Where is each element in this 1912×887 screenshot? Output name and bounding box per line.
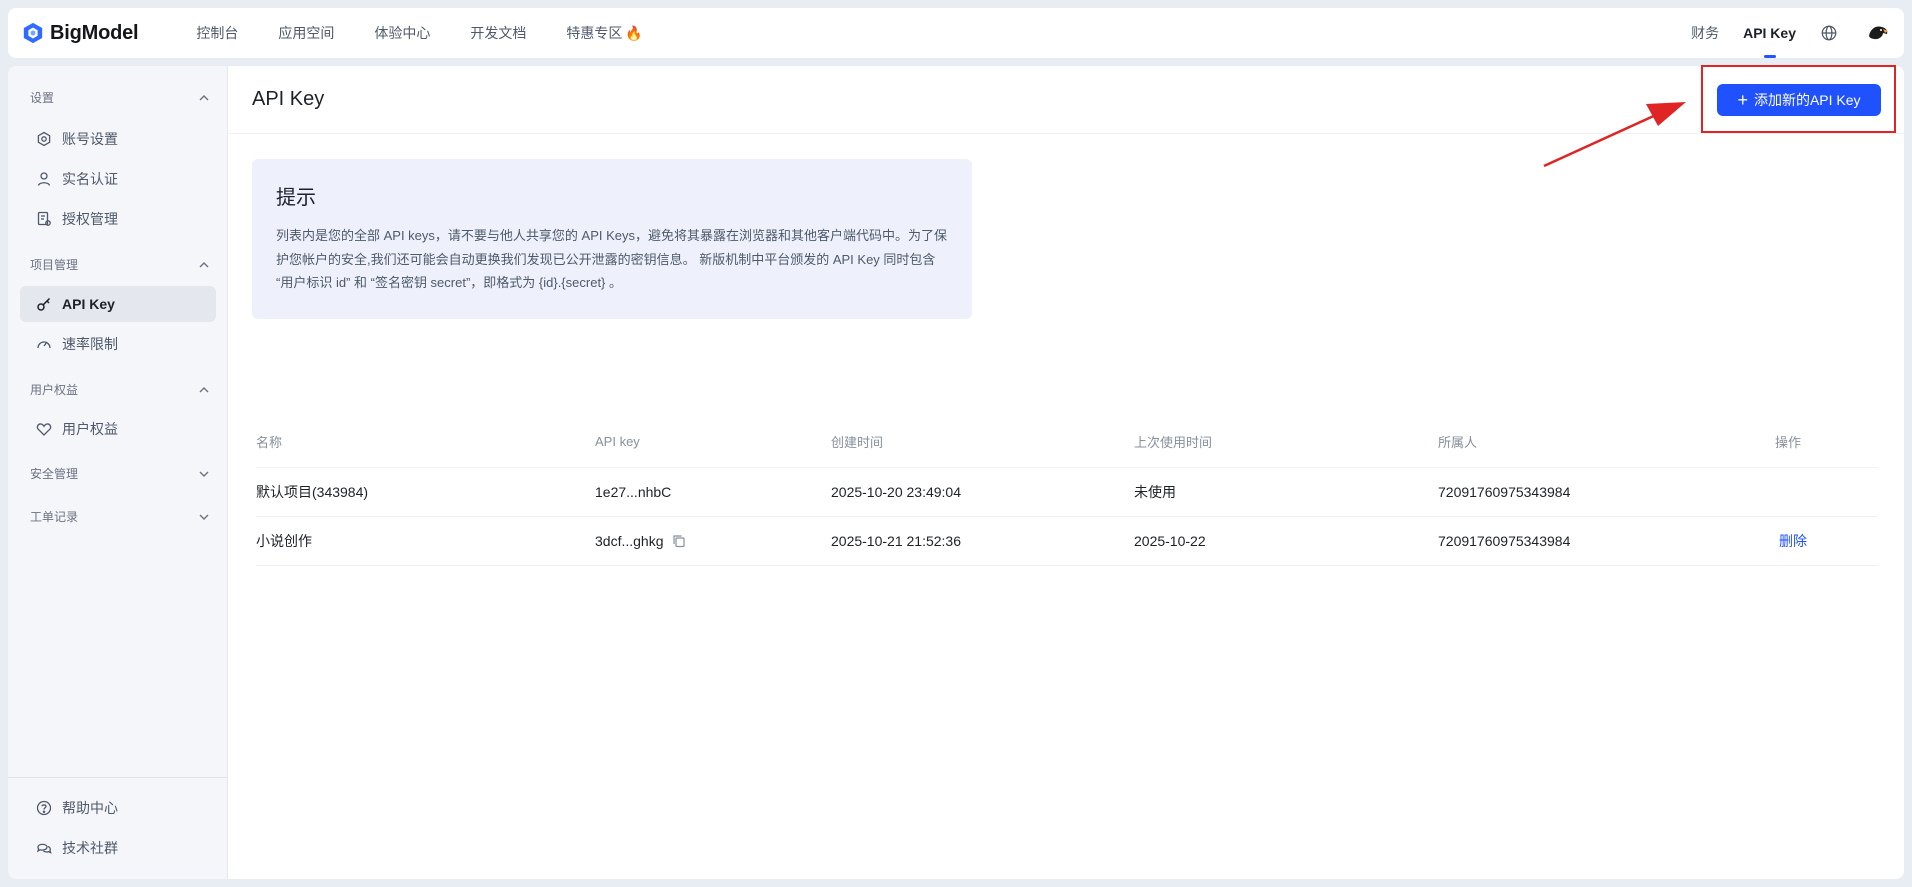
- bigmodel-logo-icon: [23, 22, 43, 44]
- nav-finance[interactable]: 财务: [1691, 8, 1719, 58]
- tip-title: 提示: [276, 187, 316, 209]
- sidebar-item-label: API Key: [62, 296, 115, 312]
- key-link-icon: [37, 297, 51, 311]
- sidebar-divider: [8, 777, 228, 778]
- avatar[interactable]: [1866, 21, 1890, 45]
- nav-special-offers-label: 特惠专区: [566, 25, 623, 41]
- main-content: API Key + 添加新的API Key 提示 列表内是您的全部 API ke…: [228, 65, 1904, 879]
- sidebar-item-authorization[interactable]: 授权管理: [20, 201, 216, 237]
- heart-tag-icon: [36, 423, 52, 436]
- settings-icon: [37, 131, 51, 147]
- nav-experience-center[interactable]: 体验中心: [374, 23, 430, 43]
- sidebar: 设置 账号设置 实名认证 授权管理 项目管理 API Key 速率限制 用户权益…: [8, 66, 228, 879]
- add-api-key-button-label: 添加新的API Key: [1753, 92, 1861, 108]
- sidebar-item-rate-limit[interactable]: 速率限制: [20, 326, 216, 362]
- nav-console-label: 控制台: [196, 25, 239, 41]
- add-api-key-button[interactable]: + 添加新的API Key: [1717, 84, 1881, 116]
- row-name: 默认项目(343984): [256, 484, 369, 500]
- row-created: 2025-10-21 21:52:36: [831, 533, 961, 549]
- table-header-row: 名称 API key 创建时间 上次使用时间 所属人 操作: [256, 415, 1878, 468]
- chevron-down-icon: [199, 471, 209, 477]
- column-header-created: 创建时间: [831, 434, 884, 450]
- sidebar-item-label: 速率限制: [62, 336, 118, 352]
- sidebar-item-identity-verification[interactable]: 实名认证: [20, 161, 216, 197]
- column-header-name: 名称: [256, 434, 283, 450]
- gauge-icon: [37, 341, 51, 349]
- sidebar-item-label: 授权管理: [62, 211, 118, 227]
- row-api-key-cell: 3dcf...ghkg: [595, 517, 686, 565]
- nav-dev-docs[interactable]: 开发文档: [470, 23, 526, 43]
- globe-icon[interactable]: [1820, 24, 1838, 42]
- delete-link[interactable]: 删除: [1779, 531, 1807, 551]
- sidebar-group-settings[interactable]: 设置: [30, 89, 210, 106]
- top-navigation: BigModel 控制台 应用空间 体验中心 开发文档 特惠专区 🔥 财务 API…: [8, 8, 1904, 58]
- user-icon: [37, 172, 51, 186]
- sidebar-item-label: 用户权益: [62, 421, 118, 437]
- sidebar-group-tickets-label: 工单记录: [30, 510, 79, 524]
- sidebar-group-project-management[interactable]: 项目管理: [30, 256, 210, 273]
- sidebar-group-tickets[interactable]: 工单记录: [30, 508, 210, 525]
- sidebar-group-user-benefits[interactable]: 用户权益: [30, 381, 210, 398]
- table-row: 默认项目(343984) 1e27...nhbC 2025-10-20 23:4…: [256, 468, 1878, 517]
- nav-api-key[interactable]: API Key: [1743, 8, 1796, 58]
- chevron-down-icon: [199, 514, 209, 520]
- copy-icon[interactable]: [672, 534, 686, 548]
- sidebar-group-security[interactable]: 安全管理: [30, 465, 210, 482]
- brand-logo[interactable]: BigModel: [22, 21, 139, 45]
- page-header: API Key: [228, 66, 1904, 134]
- sidebar-group-settings-label: 设置: [30, 91, 55, 105]
- chevron-up-icon: [199, 94, 209, 100]
- sidebar-group-project-label: 项目管理: [30, 258, 79, 272]
- row-created: 2025-10-20 23:49:04: [831, 484, 961, 500]
- column-header-owner: 所属人: [1438, 434, 1478, 450]
- nav-dev-docs-label: 开发文档: [470, 25, 527, 41]
- page-title: API Key: [252, 88, 325, 110]
- nav-app-space[interactable]: 应用空间: [278, 23, 334, 43]
- sidebar-item-account-settings[interactable]: 账号设置: [20, 121, 216, 157]
- sidebar-group-benefits-label: 用户权益: [30, 383, 79, 397]
- api-key-table: 名称 API key 创建时间 上次使用时间 所属人 操作 默认项目(34398…: [256, 415, 1878, 566]
- column-header-api-key: API key: [595, 433, 640, 449]
- help-icon: [36, 800, 52, 816]
- chat-icon: [36, 843, 52, 854]
- sidebar-group-security-label: 安全管理: [30, 467, 79, 481]
- row-last-used: 未使用: [1134, 484, 1176, 500]
- chevron-up-icon: [199, 386, 209, 392]
- row-api-key: 1e27...nhbC: [595, 484, 672, 500]
- row-last-used: 2025-10-22: [1134, 533, 1206, 549]
- sidebar-item-api-key[interactable]: API Key: [20, 286, 216, 322]
- plus-icon: +: [1737, 90, 1748, 110]
- chevron-up-icon: [199, 261, 209, 267]
- main-nav: 控制台 应用空间 体验中心 开发文档 特惠专区 🔥: [196, 23, 682, 43]
- row-actions: 删除: [1775, 517, 1807, 565]
- row-name: 小说创作: [256, 533, 312, 549]
- sidebar-item-label: 账号设置: [62, 131, 118, 147]
- sidebar-item-label: 实名认证: [62, 171, 118, 187]
- nav-console[interactable]: 控制台: [196, 23, 238, 43]
- sidebar-item-label: 技术社群: [62, 840, 118, 856]
- column-header-last-used: 上次使用时间: [1134, 434, 1213, 450]
- tip-body: 列表内是您的全部 API keys，请不要与他人共享您的 API Keys，避免…: [276, 228, 947, 290]
- row-owner: 72091760975343984: [1438, 484, 1571, 500]
- row-api-key: 3dcf...ghkg: [595, 533, 664, 549]
- fire-icon: 🔥: [625, 24, 643, 41]
- column-header-actions: 操作: [1775, 434, 1802, 450]
- nav-special-offers[interactable]: 特惠专区 🔥: [566, 23, 642, 43]
- brand-name: BigModel: [50, 21, 139, 44]
- nav-experience-center-label: 体验中心: [374, 25, 431, 41]
- tip-panel: 提示 列表内是您的全部 API keys，请不要与他人共享您的 API Keys…: [252, 159, 972, 319]
- sidebar-item-user-benefits[interactable]: 用户权益: [20, 411, 216, 447]
- sidebar-item-label: 帮助中心: [62, 800, 118, 816]
- sidebar-item-tech-community[interactable]: 技术社群: [20, 830, 216, 866]
- document-key-icon: [37, 211, 51, 226]
- top-right-actions: 财务 API Key: [1691, 8, 1904, 58]
- row-owner: 72091760975343984: [1438, 533, 1571, 549]
- table-row: 小说创作 3dcf...ghkg 2025-10-21 21:52:36 202…: [256, 517, 1878, 566]
- nav-app-space-label: 应用空间: [278, 25, 335, 41]
- sidebar-item-help-center[interactable]: 帮助中心: [20, 790, 216, 826]
